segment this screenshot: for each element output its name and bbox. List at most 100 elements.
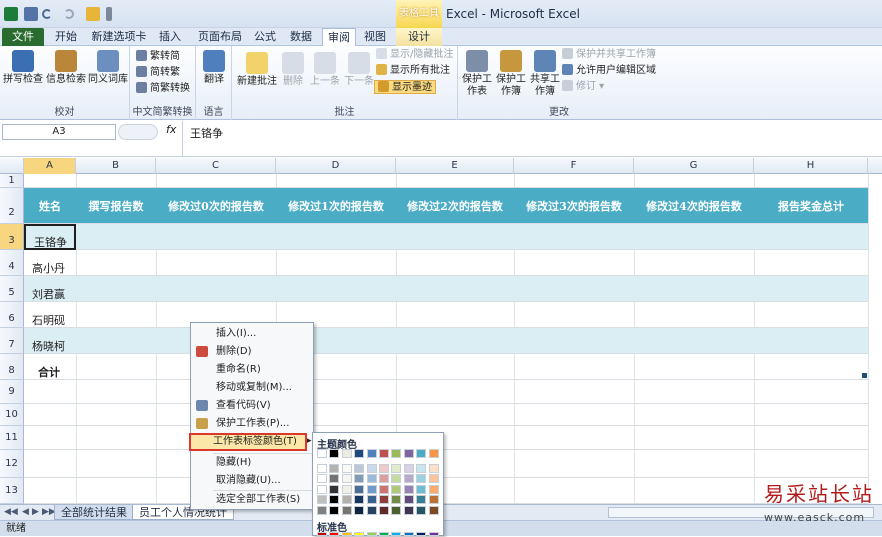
- color-swatch[interactable]: [428, 474, 439, 483]
- row-header[interactable]: 1: [0, 174, 24, 188]
- row-header[interactable]: 3: [0, 224, 24, 250]
- new-comment-button[interactable]: 新建批注: [236, 52, 278, 88]
- color-swatch[interactable]: [329, 495, 340, 504]
- color-swatch[interactable]: [317, 463, 327, 473]
- color-swatch[interactable]: [379, 474, 389, 483]
- color-swatch[interactable]: [354, 474, 365, 483]
- color-swatch[interactable]: [428, 463, 439, 473]
- menu-hide[interactable]: 隐藏(H): [192, 454, 313, 472]
- row-header[interactable]: 13: [0, 478, 24, 504]
- color-swatch[interactable]: [379, 484, 389, 494]
- row-header[interactable]: 5: [0, 276, 24, 302]
- to-traditional-button[interactable]: 繁转简: [136, 50, 180, 64]
- color-swatch[interactable]: [329, 484, 340, 494]
- allow-edit-ranges-button[interactable]: 允许用户编辑区域: [562, 64, 656, 78]
- standard-color-swatch[interactable]: [428, 532, 439, 536]
- color-swatch[interactable]: [416, 484, 427, 494]
- row-header[interactable]: 12: [0, 450, 24, 478]
- tab-file[interactable]: 文件: [2, 28, 44, 46]
- color-swatch[interactable]: [354, 505, 365, 515]
- menu-tab-color[interactable]: 工作表标签颜色(T): [189, 433, 307, 451]
- formula-content[interactable]: 王铬争: [190, 125, 223, 141]
- standard-color-swatch[interactable]: [403, 532, 414, 536]
- header-cell[interactable]: 修改过2次的报告数: [396, 188, 514, 223]
- column-header-g[interactable]: G: [634, 158, 754, 174]
- standard-color-swatch[interactable]: [391, 532, 402, 536]
- tab-view[interactable]: 视图: [360, 28, 390, 46]
- menu-unhide[interactable]: 取消隐藏(U)...: [192, 472, 313, 490]
- color-swatch[interactable]: [341, 505, 352, 515]
- color-swatch[interactable]: [428, 495, 439, 504]
- next-comment-button[interactable]: 下一条: [342, 52, 376, 88]
- color-swatch[interactable]: [341, 474, 352, 483]
- row-header[interactable]: 10: [0, 404, 24, 426]
- color-swatch[interactable]: [416, 505, 427, 515]
- row-header[interactable]: 9: [0, 380, 24, 404]
- color-swatch[interactable]: [391, 463, 402, 473]
- color-swatch[interactable]: [428, 484, 439, 494]
- insert-function-button[interactable]: fx: [166, 123, 176, 136]
- color-swatch[interactable]: [416, 495, 427, 504]
- to-simplified-button[interactable]: 简转繁: [136, 66, 180, 80]
- color-swatch[interactable]: [329, 449, 340, 458]
- spell-check-button[interactable]: 拼写检查: [2, 50, 44, 86]
- select-all-corner[interactable]: [0, 158, 24, 174]
- name-box[interactable]: A3: [2, 124, 116, 140]
- color-swatch[interactable]: [354, 495, 365, 504]
- color-swatch[interactable]: [329, 505, 340, 515]
- table-resize-handle[interactable]: [862, 373, 867, 378]
- column-header-b[interactable]: B: [76, 158, 156, 174]
- header-cell[interactable]: 姓名: [24, 188, 76, 223]
- standard-color-swatch[interactable]: [354, 532, 365, 536]
- color-swatch[interactable]: [329, 474, 340, 483]
- color-swatch[interactable]: [416, 449, 427, 458]
- track-changes-button[interactable]: 修订 ▾: [562, 80, 604, 94]
- menu-select-all-sheets[interactable]: 选定全部工作表(S): [192, 491, 313, 509]
- protect-sheet-button[interactable]: 保护工作表: [460, 50, 494, 98]
- research-button[interactable]: 信息检索: [44, 50, 88, 86]
- row-header[interactable]: 2: [0, 188, 24, 224]
- show-all-comments-button[interactable]: 显示所有批注: [376, 64, 450, 78]
- save-icon[interactable]: [24, 7, 38, 21]
- color-swatch[interactable]: [403, 474, 414, 483]
- row-header[interactable]: 4: [0, 250, 24, 276]
- color-swatch[interactable]: [416, 463, 427, 473]
- standard-color-swatch[interactable]: [341, 532, 352, 536]
- color-swatch[interactable]: [403, 463, 414, 473]
- tab-new-tab[interactable]: 新建选项卡: [88, 28, 150, 46]
- header-cell[interactable]: 修改过4次的报告数: [634, 188, 754, 223]
- next-sheet-icon[interactable]: ▶: [32, 507, 39, 517]
- color-swatch[interactable]: [366, 474, 377, 483]
- menu-protect-sheet[interactable]: 保护工作表(P)...: [192, 415, 313, 433]
- standard-color-swatch[interactable]: [317, 532, 327, 536]
- header-cell[interactable]: 报告奖金总计: [754, 188, 868, 223]
- color-swatch[interactable]: [354, 484, 365, 494]
- color-swatch[interactable]: [379, 495, 389, 504]
- column-header-f[interactable]: F: [514, 158, 634, 174]
- show-ink-button[interactable]: 显示墨迹: [374, 80, 436, 94]
- customize-qat-icon[interactable]: [106, 7, 112, 21]
- header-cell[interactable]: 修改过1次的报告数: [276, 188, 396, 223]
- color-swatch[interactable]: [341, 449, 352, 458]
- color-swatch[interactable]: [317, 484, 327, 494]
- header-cell[interactable]: 撰写报告数: [76, 188, 156, 223]
- standard-color-swatch[interactable]: [329, 532, 340, 536]
- open-folder-icon[interactable]: [86, 7, 100, 21]
- redo-icon[interactable]: [64, 9, 74, 19]
- thesaurus-button[interactable]: 同义词库: [87, 50, 129, 86]
- color-swatch[interactable]: [416, 474, 427, 483]
- standard-color-swatch[interactable]: [366, 532, 377, 536]
- row-header[interactable]: 6: [0, 302, 24, 328]
- color-swatch[interactable]: [403, 449, 414, 458]
- color-swatch[interactable]: [379, 505, 389, 515]
- column-header-e[interactable]: E: [396, 158, 514, 174]
- standard-color-swatch[interactable]: [416, 532, 427, 536]
- row-header[interactable]: 11: [0, 426, 24, 450]
- color-swatch[interactable]: [317, 495, 327, 504]
- color-swatch[interactable]: [379, 463, 389, 473]
- standard-color-swatch[interactable]: [379, 532, 389, 536]
- color-swatch[interactable]: [403, 484, 414, 494]
- active-cell[interactable]: 王铬争: [24, 224, 76, 250]
- translate-button[interactable]: 翻译: [200, 50, 228, 86]
- show-hide-comment-button[interactable]: 显示/隐藏批注: [376, 48, 453, 62]
